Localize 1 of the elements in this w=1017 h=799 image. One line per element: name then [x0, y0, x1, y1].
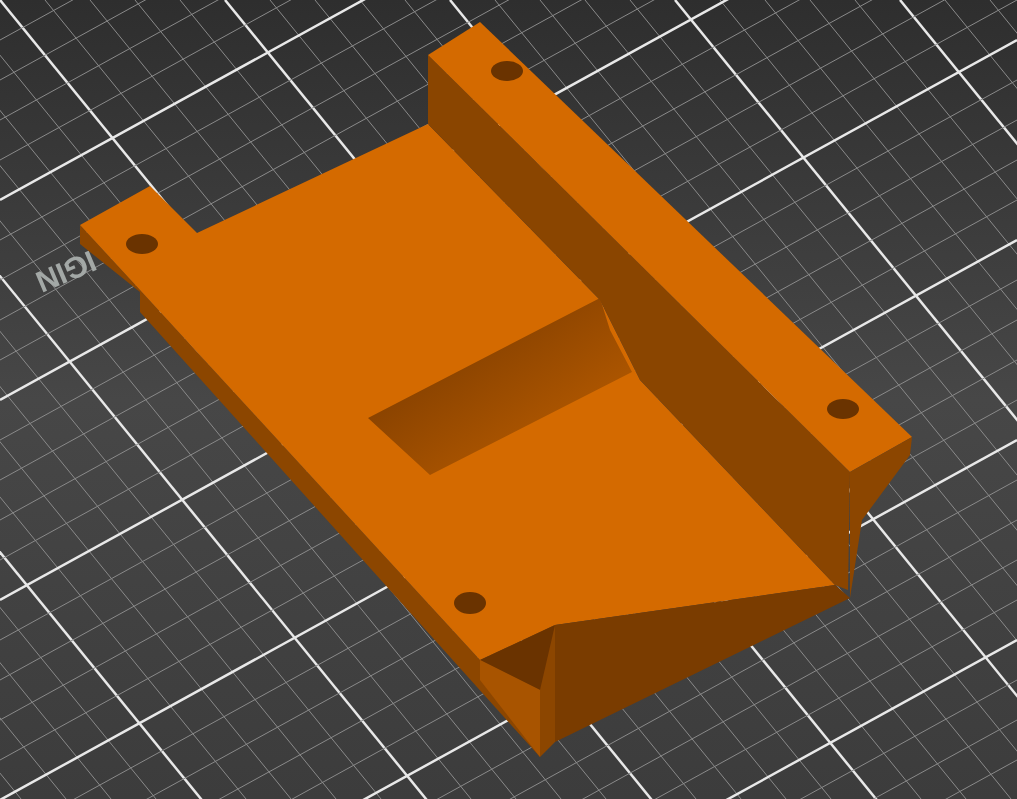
bed-label: IGIN [31, 244, 101, 299]
